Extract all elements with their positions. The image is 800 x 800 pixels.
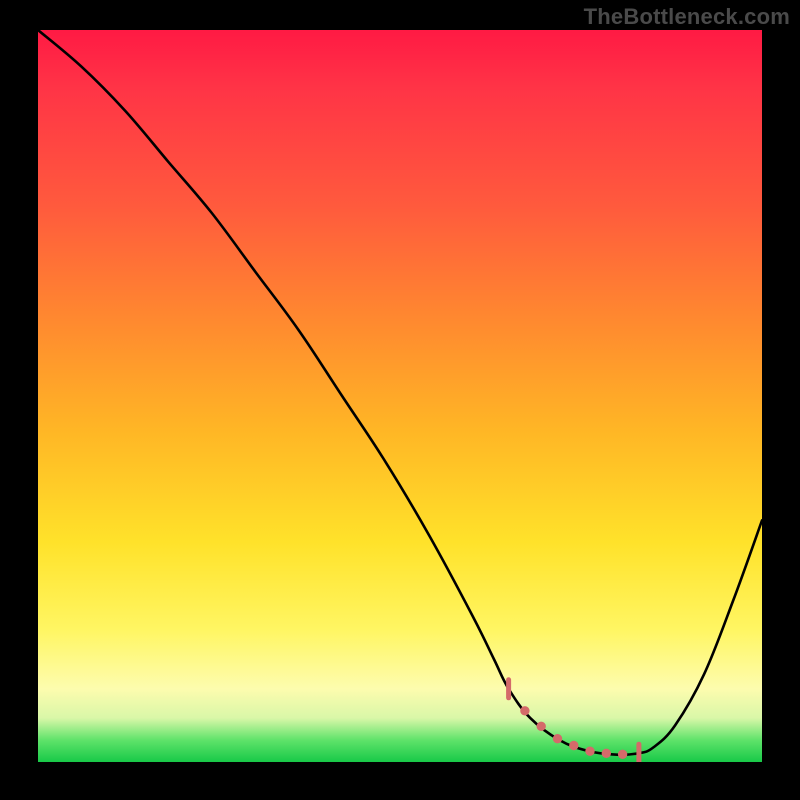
optimum-tick-dot: [553, 735, 561, 743]
optimum-tick-dot: [602, 749, 610, 757]
optimum-ticks: [509, 680, 639, 762]
bottleneck-curve: [38, 30, 762, 755]
chart-svg: [38, 30, 762, 762]
watermark-text: TheBottleneck.com: [584, 4, 790, 30]
optimum-tick-dot: [586, 747, 594, 755]
chart-frame: TheBottleneck.com: [0, 0, 800, 800]
optimum-tick-dot: [618, 750, 626, 758]
optimum-tick-dot: [537, 722, 545, 730]
optimum-tick-dot: [521, 707, 529, 715]
optimum-tick-dot: [570, 741, 578, 749]
plot-area: [38, 30, 762, 762]
